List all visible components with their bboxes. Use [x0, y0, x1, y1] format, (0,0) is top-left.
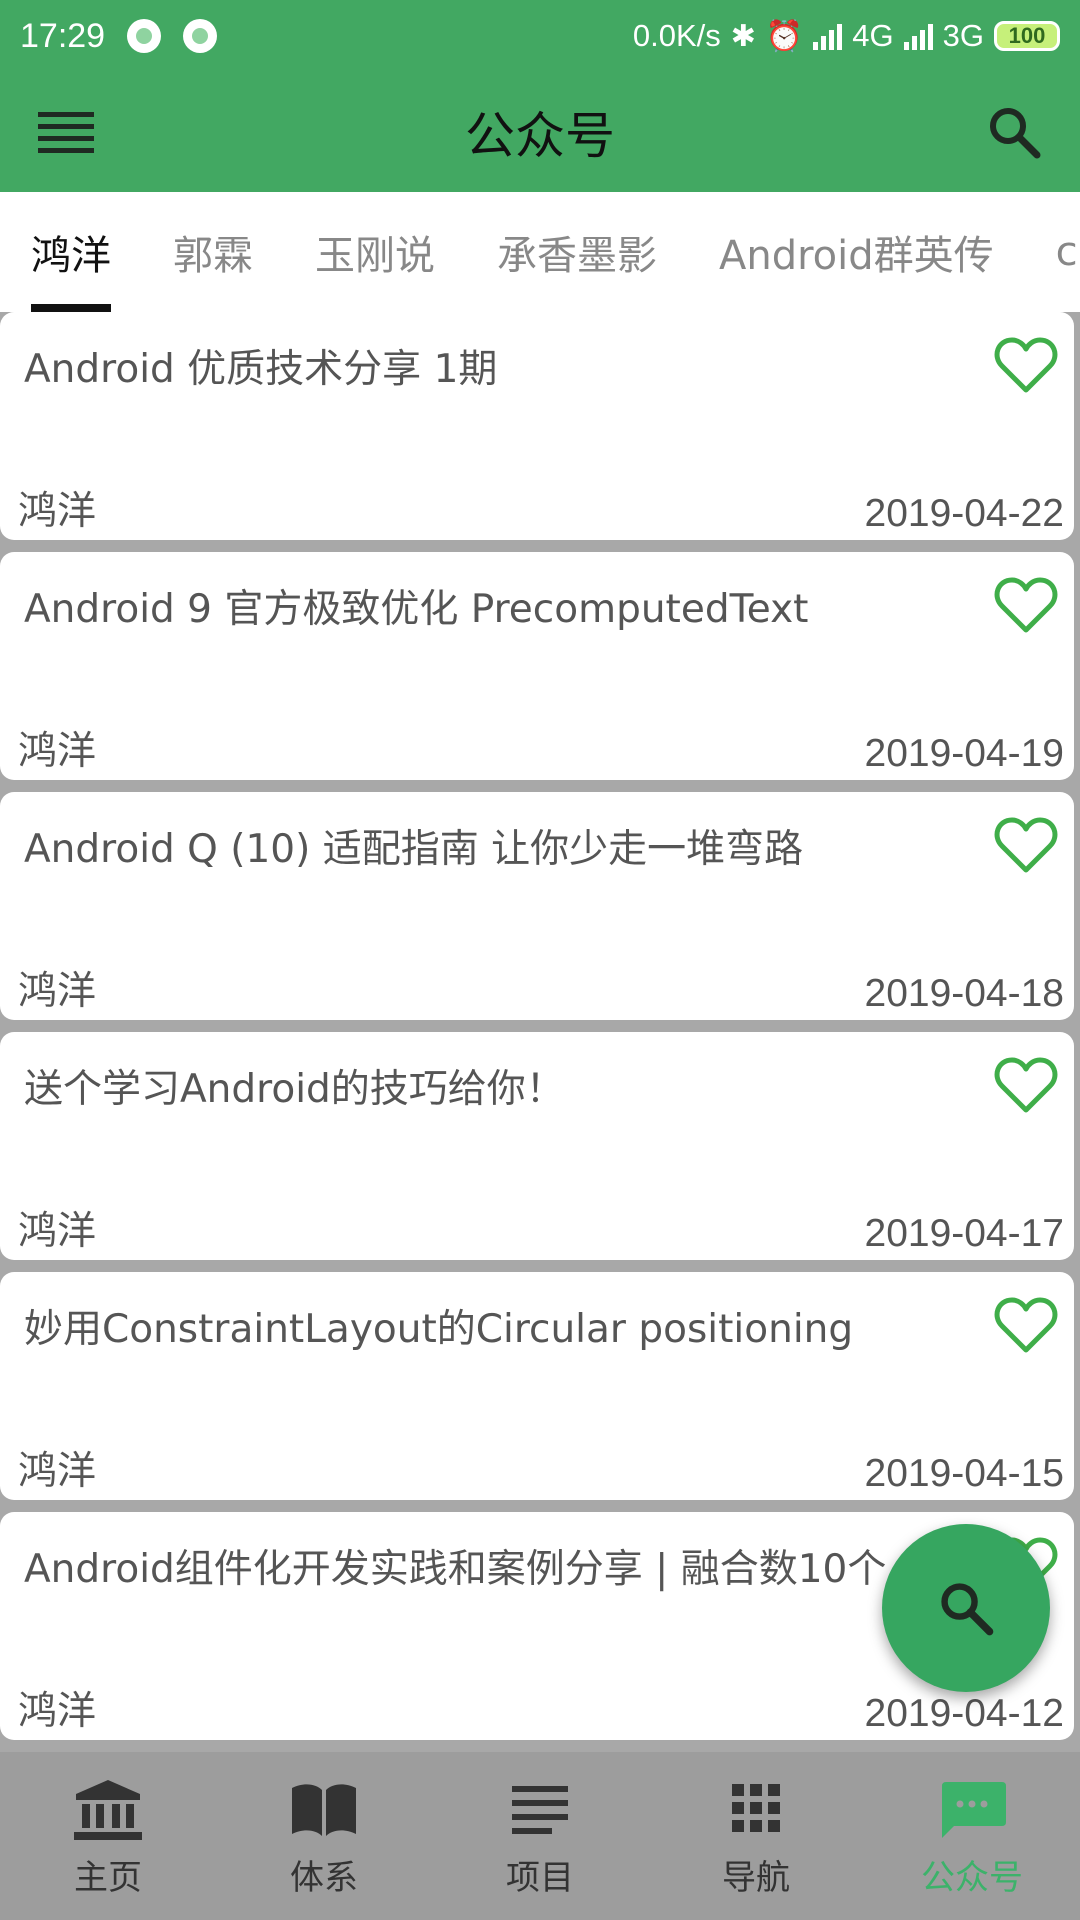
article-title: Android Q (10) 适配指南 让你少走一堆弯路 — [24, 827, 804, 872]
nav-item-navigation[interactable]: 导航 — [648, 1752, 864, 1920]
toolbar: 公众号 — [0, 72, 1080, 192]
article-date: 2019-04-22 — [864, 492, 1065, 535]
nav-item-official-accounts[interactable]: 公众号 — [864, 1752, 1080, 1920]
article-author: 鸿洋 — [18, 1209, 97, 1254]
article-author: 鸿洋 — [18, 729, 97, 774]
tab-bar: 鸿洋 郭霖 玉刚说 承香墨影 Android群英传 c — [0, 192, 1080, 312]
article-title: 妙用ConstraintLayout的Circular positioning — [24, 1307, 854, 1352]
article-card[interactable]: Android Q (10) 适配指南 让你少走一堆弯路 鸿洋 2019-04-… — [0, 792, 1074, 1020]
heart-icon[interactable] — [994, 576, 1058, 636]
net-speed: 0.0K/s — [632, 18, 721, 53]
article-date: 2019-04-18 — [864, 972, 1065, 1015]
nav-item-project[interactable]: 项目 — [432, 1752, 648, 1920]
tab-label: 鸿洋 — [31, 233, 111, 279]
tab-label: Android群英传 — [719, 233, 994, 279]
lines-icon — [512, 1786, 568, 1834]
heart-icon[interactable] — [994, 816, 1058, 876]
tab-more[interactable]: c — [1025, 192, 1080, 312]
tab-android-qunyingzhuan[interactable]: Android群英传 — [688, 192, 1025, 312]
alarm-icon: ⏰ — [765, 19, 804, 53]
bottom-navigation: 主页 体系 项目 导航 公众号 — [0, 1752, 1080, 1920]
battery-icon: 100 — [994, 21, 1060, 51]
article-card[interactable]: 送个学习Android的技巧给你！ 鸿洋 2019-04-17 — [0, 1032, 1074, 1260]
bank-icon — [74, 1780, 142, 1840]
heart-icon[interactable] — [994, 1056, 1058, 1116]
grid-icon — [732, 1784, 780, 1832]
menu-icon[interactable] — [38, 112, 94, 156]
nav-label: 项目 — [506, 1858, 574, 1898]
article-card[interactable]: Android 优质技术分享 1期 鸿洋 2019-04-22 — [0, 312, 1074, 540]
chat-icon — [942, 1782, 1006, 1838]
article-list[interactable]: Android 优质技术分享 1期 鸿洋 2019-04-22 Android … — [0, 312, 1080, 1752]
search-fab-button[interactable] — [882, 1524, 1050, 1692]
network-type-2: 3G — [942, 18, 984, 53]
nav-label: 体系 — [290, 1858, 358, 1898]
search-icon[interactable] — [986, 104, 1042, 160]
article-card[interactable]: 妙用ConstraintLayout的Circular positioning … — [0, 1272, 1074, 1500]
article-date: 2019-04-15 — [864, 1452, 1065, 1495]
page-title: 公众号 — [465, 107, 615, 165]
article-author: 鸿洋 — [18, 489, 97, 534]
article-author: 鸿洋 — [18, 1449, 97, 1494]
article-title: Android 9 官方极致优化 PrecomputedText — [24, 587, 809, 632]
article-title: Android 优质技术分享 1期 — [24, 347, 498, 392]
nav-item-home[interactable]: 主页 — [0, 1752, 216, 1920]
notification-icon — [183, 19, 218, 53]
nav-label: 主页 — [74, 1858, 142, 1898]
article-author: 鸿洋 — [18, 969, 97, 1014]
network-type-1: 4G — [852, 18, 894, 53]
bluetooth-icon: ✱ — [730, 19, 756, 53]
search-icon — [941, 1583, 994, 1636]
heart-icon[interactable] — [994, 1296, 1058, 1356]
nav-label: 公众号 — [921, 1858, 1023, 1898]
status-time: 17:29 — [20, 16, 106, 55]
article-title: Android组件化开发实践和案例分享 | 融合数10个 — [24, 1547, 887, 1592]
notification-icon — [127, 19, 162, 53]
tab-guolin[interactable]: 郭霖 — [142, 192, 284, 312]
tab-chengxiangmoying[interactable]: 承香墨影 — [466, 192, 688, 312]
nav-label: 导航 — [722, 1858, 790, 1898]
article-card[interactable]: Android 9 官方极致优化 PrecomputedText 鸿洋 2019… — [0, 552, 1074, 780]
article-date: 2019-04-17 — [864, 1212, 1065, 1255]
article-date: 2019-04-12 — [864, 1692, 1065, 1735]
signal-icon — [903, 22, 933, 50]
tab-label: c — [1055, 229, 1078, 275]
heart-icon[interactable] — [994, 336, 1058, 396]
article-title: 送个学习Android的技巧给你！ — [24, 1067, 565, 1112]
tab-yugangshuo[interactable]: 玉刚说 — [284, 192, 466, 312]
article-author: 鸿洋 — [18, 1689, 97, 1734]
tab-label: 郭霖 — [173, 233, 253, 279]
nav-item-system[interactable]: 体系 — [216, 1752, 432, 1920]
signal-icon — [813, 22, 843, 50]
tab-label: 玉刚说 — [315, 233, 435, 279]
tab-hongyang[interactable]: 鸿洋 — [0, 192, 142, 312]
tab-label: 承香墨影 — [497, 233, 657, 279]
article-date: 2019-04-19 — [864, 732, 1065, 775]
status-bar: 17:29 0.0K/s ✱ ⏰ 4G 3G 100 — [0, 0, 1080, 72]
book-icon — [292, 1784, 356, 1836]
